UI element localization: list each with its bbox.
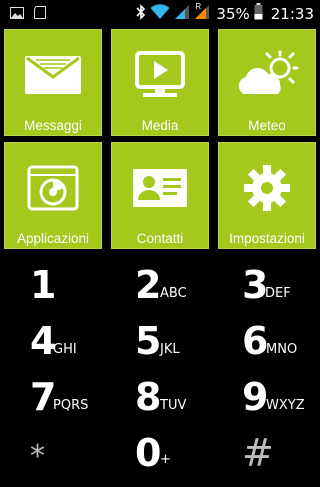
sd-card-icon — [34, 6, 46, 24]
roaming-mark: R — [195, 1, 202, 11]
key-3[interactable]: 3 DEF — [214, 264, 320, 319]
key-digit: 6 — [242, 319, 269, 363]
tile-media[interactable]: Media — [111, 29, 209, 136]
key-2[interactable]: 2 ABC — [107, 264, 213, 319]
battery-percent: 35% — [216, 5, 250, 23]
key-0[interactable]: 0 + — [107, 432, 213, 487]
battery-icon — [254, 3, 263, 25]
key-letters: MNO — [266, 342, 298, 357]
key-letters: ABC — [160, 286, 187, 301]
key-letters: JKL — [160, 342, 180, 357]
key-hash[interactable]: # — [214, 432, 320, 487]
key-symbol: * — [30, 439, 45, 474]
tile-label: Messaggi — [24, 118, 82, 133]
key-letters: DEF — [265, 286, 291, 301]
tile-label: Applicazioni — [16, 231, 90, 246]
key-6[interactable]: 6 MNO — [214, 320, 320, 375]
tile-label: Meteo — [248, 118, 286, 133]
key-digit: 9 — [242, 375, 269, 419]
key-letters: WXYZ — [266, 398, 305, 413]
key-digit: 0 — [135, 431, 162, 475]
signal-icon — [174, 4, 190, 25]
tile-label: Media — [141, 118, 179, 133]
key-digit: 1 — [30, 263, 57, 307]
gear-icon — [219, 157, 315, 219]
key-1[interactable]: 1 — [0, 264, 106, 319]
tile-contatti[interactable]: Contatti — [111, 142, 209, 249]
clock: 21:33 — [270, 5, 314, 23]
key-digit: 2 — [135, 263, 162, 307]
tile-applicazioni[interactable]: Applicazioni — [4, 142, 102, 249]
tile-meteo[interactable]: Meteo — [218, 29, 316, 136]
key-digit: 8 — [135, 375, 162, 419]
key-letters: + — [160, 452, 171, 467]
key-letters: GHI — [53, 342, 77, 357]
weather-icon — [219, 44, 315, 106]
signal-roaming-icon: R — [194, 1, 210, 25]
key-symbol: # — [242, 431, 274, 475]
wifi-icon — [150, 3, 170, 25]
shortcut-tiles: Messaggi Media Meteo Applicazioni Contat… — [4, 29, 316, 249]
key-5[interactable]: 5 JKL — [107, 320, 213, 375]
tile-impostazioni[interactable]: Impostazioni — [218, 142, 316, 249]
tile-messaggi[interactable]: Messaggi — [4, 29, 102, 136]
envelope-icon — [5, 44, 101, 106]
status-bar: R 35% 21:33 — [0, 0, 320, 25]
bluetooth-icon — [136, 3, 146, 25]
tile-label: Contatti — [136, 231, 184, 246]
monitor-play-icon — [112, 44, 208, 106]
image-icon — [10, 6, 24, 24]
apps-chart-icon — [5, 157, 101, 219]
tile-label: Impostazioni — [229, 231, 305, 246]
key-star[interactable]: * — [0, 432, 106, 487]
key-9[interactable]: 9 WXYZ — [214, 376, 320, 431]
key-8[interactable]: 8 TUV — [107, 376, 213, 431]
dial-pad: 1 2 ABC 3 DEF 4 GHI 5 JKL 6 MNO 7 PQRS 8… — [0, 258, 320, 480]
key-digit: 5 — [135, 319, 162, 363]
contact-card-icon — [112, 157, 208, 219]
key-letters: PQRS — [53, 398, 89, 413]
key-7[interactable]: 7 PQRS — [0, 376, 106, 431]
key-letters: TUV — [160, 398, 187, 413]
key-4[interactable]: 4 GHI — [0, 320, 106, 375]
